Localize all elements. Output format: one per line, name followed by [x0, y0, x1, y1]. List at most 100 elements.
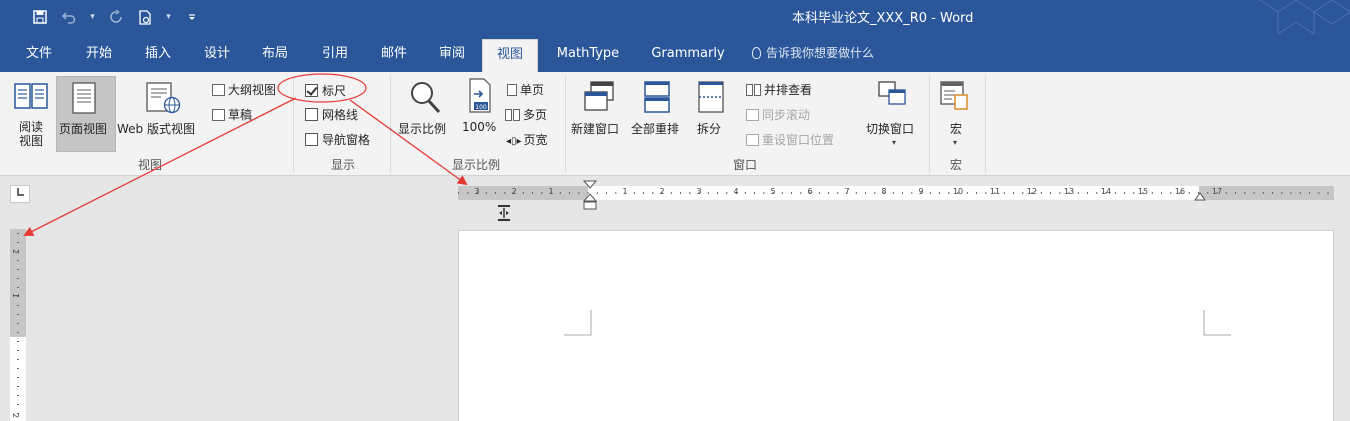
document-area: 3 2 1 1 2 3 4 5 6 7 8 9 10 11 12 13 14 15 16 17 2 1 2	[0, 177, 1350, 421]
first-line-indent-icon[interactable]	[583, 180, 597, 210]
ruler-label: 11	[989, 187, 1001, 196]
ruler-tick	[615, 192, 617, 194]
print-layout-button[interactable]: 页面视图	[59, 120, 107, 137]
ruler-tick	[652, 192, 654, 194]
ruler-tick	[1022, 192, 1024, 194]
tab-mathtype[interactable]: MathType	[552, 39, 624, 72]
multi-page-button[interactable]: 多页	[505, 106, 547, 123]
page-width-button[interactable]: ◂▯▸ 页宽	[506, 131, 548, 148]
split-icon[interactable]	[697, 80, 725, 117]
tab-references[interactable]: 引用	[316, 39, 354, 72]
ruler-checkbox[interactable]: 标尺	[305, 82, 346, 99]
ruler-label: 3	[696, 187, 702, 196]
macros-icon[interactable]	[940, 80, 970, 115]
customize-icon[interactable]	[182, 7, 202, 27]
save-icon[interactable]	[30, 7, 50, 27]
tab-mailings[interactable]: 邮件	[376, 39, 412, 72]
ruler-label: 14	[1100, 187, 1112, 196]
ruler-label: 3	[474, 187, 480, 196]
ruler-tick	[754, 192, 755, 194]
tab-layout[interactable]: 布局	[256, 39, 294, 72]
document-page[interactable]	[458, 230, 1334, 421]
zoom-button[interactable]: 显示比例	[398, 120, 446, 137]
new-window-icon[interactable]	[583, 80, 615, 117]
ruler-tick	[1096, 192, 1098, 194]
zoom-100-button[interactable]: 100%	[462, 120, 496, 134]
ruler-tick	[1087, 192, 1088, 194]
read-mode-button[interactable]: 阅读 视图	[19, 120, 43, 148]
ruler-tick	[1003, 192, 1005, 194]
undo-icon[interactable]	[59, 7, 79, 27]
multi-page-icon-a	[505, 109, 512, 121]
gridlines-checkbox[interactable]: 网格线	[305, 106, 358, 123]
ruler-tick	[707, 192, 709, 194]
svg-text:100: 100	[475, 104, 487, 111]
ruler-tick	[1318, 192, 1320, 194]
ruler-tick	[1281, 192, 1283, 194]
ruler-tick	[458, 192, 459, 194]
ruler-tick	[1253, 192, 1255, 194]
reset-window-position-button[interactable]: 重设窗口位置	[746, 131, 834, 148]
vertical-ruler[interactable]: 2 1 2	[10, 229, 26, 421]
web-layout-icon[interactable]	[145, 82, 181, 117]
ruler-tick	[1133, 192, 1135, 194]
document-dropdown-icon[interactable]: ▾	[164, 7, 173, 27]
ruler-tick	[985, 192, 987, 194]
ruler-tick	[680, 192, 681, 194]
lightbulb-icon	[752, 47, 761, 59]
left-tab-icon	[17, 188, 24, 196]
ruler-label: 12	[1026, 187, 1038, 196]
ruler-tick	[1290, 192, 1292, 194]
ruler-tick	[1050, 192, 1051, 194]
page-width-label: 页宽	[523, 133, 548, 147]
split-button[interactable]: 拆分	[697, 120, 721, 137]
side-by-side-label: 并排查看	[764, 83, 813, 97]
print-layout-icon[interactable]	[70, 82, 98, 117]
switch-windows-dropdown-icon[interactable]: ▾	[892, 138, 896, 147]
arrange-all-button[interactable]: 全部重排	[631, 120, 679, 137]
macros-button[interactable]: 宏	[950, 120, 962, 137]
zoom-magnifier-icon[interactable]	[409, 80, 441, 117]
switch-windows-icon[interactable]	[877, 80, 907, 113]
switch-windows-button[interactable]: 切换窗口	[866, 120, 914, 137]
nav-pane-checkbox[interactable]: 导航窗格	[305, 131, 370, 148]
multi-page-label: 多页	[523, 108, 548, 122]
macros-dropdown-icon[interactable]: ▾	[953, 138, 957, 147]
outline-button[interactable]: 大纲视图	[212, 81, 276, 98]
sync-scroll-button[interactable]: 同步滚动	[746, 106, 810, 123]
document-icon[interactable]	[135, 7, 155, 27]
redo-icon[interactable]	[106, 7, 126, 27]
group-label-views: 视图	[138, 158, 163, 172]
tab-insert[interactable]: 插入	[140, 39, 176, 72]
ruler-tick	[504, 192, 506, 194]
tab-view[interactable]: 视图	[482, 39, 538, 72]
tab-stop-selector[interactable]	[10, 185, 30, 203]
read-mode-icon[interactable]	[14, 82, 48, 115]
ruler-label: 6	[807, 187, 813, 196]
ruler-check-icon	[305, 84, 318, 97]
margin-corner-marks	[564, 310, 1231, 336]
web-layout-button[interactable]: Web 版式视图	[117, 120, 195, 137]
tab-review[interactable]: 审阅	[434, 39, 470, 72]
title-bar: ▾ ▾ 本科毕业论文_XXX_R0 - Word	[0, 0, 1350, 34]
vruler-tick	[17, 341, 19, 342]
ruler-label: 9	[918, 187, 924, 196]
new-window-button[interactable]: 新建窗口	[571, 120, 619, 137]
tab-grammarly[interactable]: Grammarly	[648, 39, 728, 72]
one-page-button[interactable]: 单页	[507, 81, 544, 98]
vruler-tick	[17, 386, 19, 387]
side-by-side-button[interactable]: 并排查看	[746, 81, 812, 98]
tell-me-search[interactable]: 告诉我你想要做什么	[752, 39, 902, 72]
multi-page-icon-b	[513, 109, 520, 121]
ruler-tick	[1040, 192, 1042, 194]
right-indent-icon[interactable]	[1194, 189, 1206, 201]
tab-home[interactable]: 开始	[82, 39, 116, 72]
tab-file[interactable]: 文件	[22, 39, 56, 72]
zoom-100-icon[interactable]: 100	[468, 78, 494, 117]
arrange-all-icon[interactable]	[643, 80, 671, 117]
draft-button[interactable]: 草稿	[212, 106, 252, 123]
ruler-tick	[855, 192, 857, 194]
tab-design[interactable]: 设计	[198, 39, 236, 72]
ruler-tick	[1235, 192, 1236, 194]
undo-dropdown-icon[interactable]: ▾	[88, 7, 97, 27]
